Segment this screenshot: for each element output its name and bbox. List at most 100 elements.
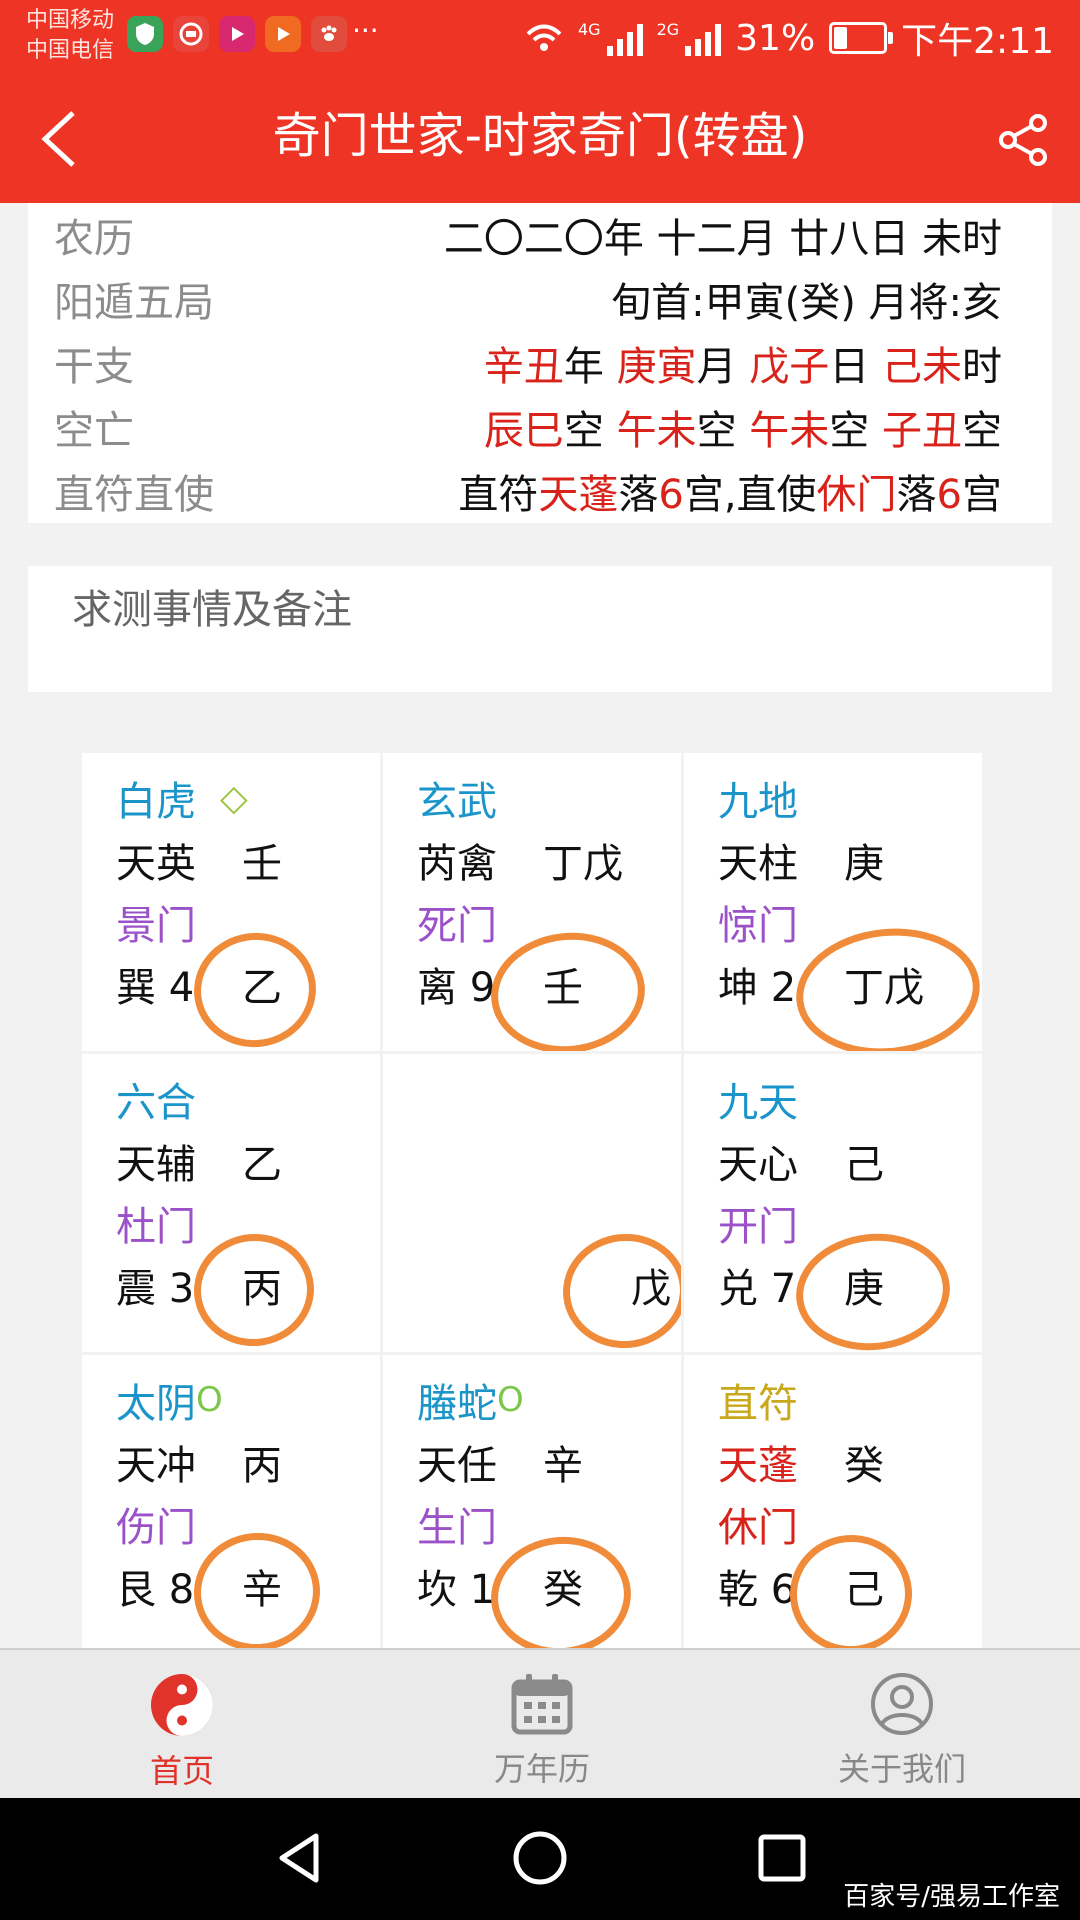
star-label: 天蓬	[718, 1443, 798, 1489]
zhifu-value: 直符天蓬落6宫,直使休门落6宫	[458, 462, 1002, 520]
star-label: 天英	[116, 841, 196, 887]
share-button[interactable]	[986, 102, 1062, 178]
palace-li-9: 玄武 芮禽 丁戊 死门 离 9 壬	[383, 753, 681, 1051]
palace-number-line: 艮 8 辛	[116, 1555, 364, 1617]
zhishi-palace-number: 6	[936, 472, 962, 518]
palace-label: 兑 7	[718, 1266, 797, 1312]
palace-xun-4: 白虎 ◇ 天英壬 景门 巽 4 乙	[82, 753, 380, 1051]
heaven-stem: 癸	[844, 1443, 884, 1489]
gate-label: 生门	[417, 1505, 497, 1551]
deity-label: 九天	[718, 1080, 798, 1126]
tab-calendar[interactable]: 万年历	[442, 1672, 642, 1796]
earth-stem: 丙	[242, 1266, 282, 1312]
palace-number-line: 坎 1 癸	[417, 1555, 665, 1617]
clock: 下午2:11	[901, 21, 1054, 62]
earth-stem: 壬	[543, 965, 583, 1011]
tab-label: 万年历	[493, 1750, 590, 1788]
zhifu-text: 宫	[962, 472, 1002, 518]
palace-number-line: 离 9 壬	[417, 953, 665, 1015]
palace-label: 坎 1	[417, 1567, 496, 1613]
back-button[interactable]	[24, 104, 94, 174]
palace-dui-7: 九天 天心己 开门 兑 7 庚	[684, 1054, 982, 1352]
palace-star-line: 天蓬癸	[718, 1431, 966, 1493]
palace-god-line: 白虎 ◇	[116, 767, 364, 829]
ju-value: 旬首:甲寅(癸) 月将:亥	[611, 280, 1002, 326]
palace-kan-1: 螣蛇 O 天任辛 生门 坎 1 癸	[383, 1355, 681, 1653]
lunar-label: 农历	[54, 216, 134, 262]
palace-god-line: 直符	[718, 1369, 966, 1431]
kongwang-suffix: 空	[829, 408, 870, 454]
carrier-info: 中国移动 中国电信	[26, 6, 114, 66]
battery-icon	[829, 22, 894, 54]
zhishi-gate: 休门	[816, 472, 897, 518]
kongwang-value: 辰巳空 午未空 午未空 子丑空	[484, 398, 1002, 456]
palace-number-line: 兑 7 庚	[718, 1254, 966, 1316]
hour-ganzhi: 己未	[882, 344, 962, 390]
palace-star-line: 天冲丙	[116, 1431, 364, 1493]
qimen-palace-grid: 白虎 ◇ 天英壬 景门 巽 4 乙 玄武 芮禽 丁戊 死门 离 9 壬 九地 天柱庚 惊…	[82, 753, 987, 1653]
player-app-icon	[265, 16, 301, 52]
palace-gate-line: 死门	[417, 891, 665, 953]
kongwang-day: 午未	[749, 408, 830, 454]
gate-label: 惊门	[718, 903, 798, 949]
palace-label: 艮 8	[116, 1567, 195, 1613]
kongwang-suffix: 空	[696, 408, 737, 454]
kongwang-hour: 子丑	[882, 408, 962, 454]
palace-star-line: 天辅乙	[116, 1130, 364, 1192]
notes-field[interactable]: 求测事情及备注	[28, 566, 1052, 692]
deity-label: 白虎	[116, 779, 196, 825]
palace-zhen-3: 六合 天辅乙 杜门 震 3 丙	[82, 1054, 380, 1352]
nav-recents-button[interactable]	[752, 1828, 812, 1888]
bottom-tab-bar: 首页 万年历 关于我们	[0, 1648, 1080, 1800]
info-row-kongwang: 空亡 辰巳空 午未空 午未空 子丑空	[54, 395, 1002, 459]
palace-gate-line: 开门	[718, 1192, 966, 1254]
yin-yang-icon	[151, 1674, 213, 1736]
nav-back-button[interactable]	[270, 1828, 330, 1888]
palace-gate-line: 生门	[417, 1493, 665, 1555]
carrier-1: 中国移动	[26, 8, 115, 33]
signal-4g-icon: 4G	[578, 20, 643, 56]
zhifu-palace-number: 6	[658, 472, 684, 518]
video-app-icon	[219, 16, 255, 52]
earth-stem: 戊	[631, 1266, 671, 1312]
heaven-stem: 丙	[242, 1443, 282, 1489]
tab-about[interactable]: 关于我们	[802, 1672, 1002, 1796]
kongwang-suffix: 空	[962, 408, 1002, 454]
star-label: 天冲	[116, 1443, 196, 1489]
watermark: 百家号/强易工作室	[843, 1882, 1060, 1912]
gate-label: 休门	[718, 1505, 798, 1551]
gate-label: 伤门	[116, 1505, 196, 1551]
info-row-zhifu: 直符直使 直符天蓬落6宫,直使休门落6宫	[54, 459, 1002, 523]
month-ganzhi: 庚寅	[616, 344, 697, 390]
kongwang-suffix: 空	[563, 408, 604, 454]
notes-placeholder: 求测事情及备注	[72, 587, 352, 633]
day-suffix: 日	[829, 344, 870, 390]
palace-number-line: 巽 4 乙	[116, 953, 364, 1015]
earth-stem: 乙	[242, 965, 282, 1011]
nav-home-button[interactable]	[510, 1828, 570, 1888]
shield-app-icon	[127, 16, 163, 52]
palace-label: 离 9	[417, 965, 496, 1011]
lunar-value: 二〇二〇年 十二月 廿八日 未时	[443, 216, 1002, 262]
square-recents-icon	[758, 1834, 806, 1882]
palace-qian-6: 直符 天蓬癸 休门 乾 6 己	[684, 1355, 982, 1653]
palace-star-line: 芮禽 丁戊	[417, 829, 665, 891]
earth-stem: 辛	[242, 1567, 282, 1613]
day-ganzhi: 戊子	[749, 344, 830, 390]
circle-mark: O	[497, 1380, 524, 1420]
palace-center-5: 戊	[383, 1054, 681, 1352]
star-label: 天辅	[116, 1142, 196, 1188]
calendar-icon	[511, 1674, 573, 1735]
palace-god-line: 太阴 O	[116, 1369, 364, 1431]
tab-label: 关于我们	[837, 1750, 966, 1788]
tab-home[interactable]: 首页	[82, 1672, 282, 1796]
zhifu-text: 落	[896, 472, 937, 518]
status-indicators: 4G 2G 31% 下午2:11	[524, 12, 1054, 64]
deity-label: 直符	[718, 1381, 798, 1427]
palace-god-line: 螣蛇 O	[417, 1369, 665, 1431]
earth-stem: 丁戊	[844, 965, 924, 1011]
palace-gate-line: 休门	[718, 1493, 966, 1555]
heaven-stem: 庚	[844, 841, 884, 887]
earth-stem: 庚	[844, 1266, 884, 1312]
palace-star-line: 天英壬	[116, 829, 364, 891]
